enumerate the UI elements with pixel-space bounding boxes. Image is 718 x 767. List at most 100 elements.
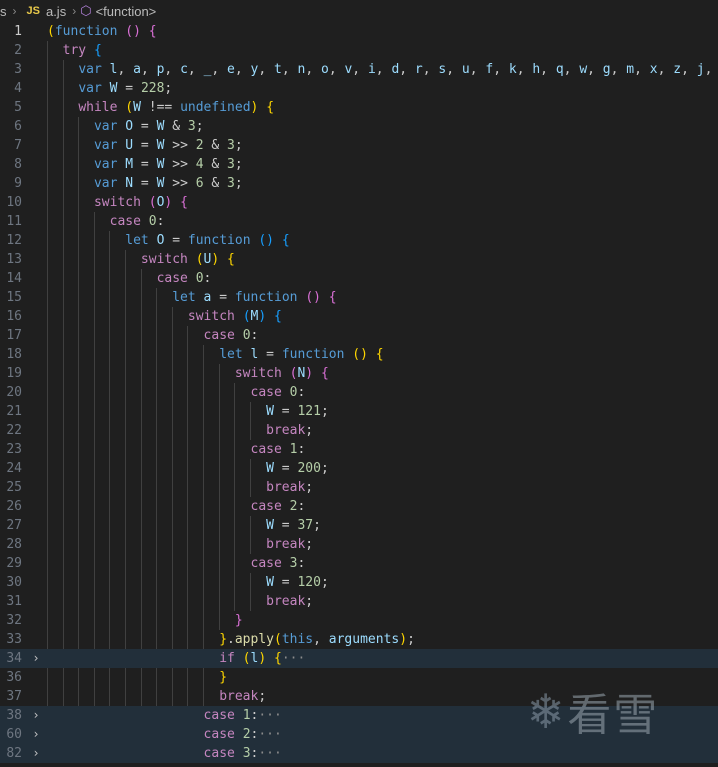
code-line[interactable]: 6 var O = W & 3; <box>0 117 718 136</box>
code-token: & <box>203 157 228 172</box>
code-line[interactable]: 3 var l, a, p, c, _, e, y, t, n, o, v, i… <box>0 60 718 79</box>
code-text: let O = function () { <box>47 231 718 250</box>
code-line[interactable]: 4 var W = 228; <box>0 79 718 98</box>
chevron-right-icon: › <box>72 4 77 18</box>
line-number: 11 <box>6 214 22 229</box>
code-token: var <box>78 81 102 96</box>
code-line[interactable]: 22 break; <box>0 421 718 440</box>
fold-chevron-icon[interactable]: › <box>30 725 42 744</box>
code-token: { <box>266 100 275 115</box>
code-token: , <box>313 632 329 647</box>
code-line[interactable]: 19 switch (N) { <box>0 364 718 383</box>
code-text: case 0: <box>47 269 718 288</box>
code-token: , <box>187 62 204 77</box>
code-line[interactable]: 7 var U = W >> 2 & 3; <box>0 136 718 155</box>
code-line[interactable]: 25 break; <box>0 478 718 497</box>
code-token: 6 <box>195 176 204 191</box>
snowflake-icon: ❄ <box>530 681 562 741</box>
code-token: e <box>227 62 235 77</box>
code-token: this <box>281 632 314 647</box>
code-token: , <box>540 62 556 77</box>
code-token: r <box>414 62 423 77</box>
code-token: : <box>297 385 306 400</box>
code-line[interactable]: 29 case 3: <box>0 554 718 573</box>
code-token: case <box>203 328 235 343</box>
chevron-right-icon: › <box>12 4 17 18</box>
line-number: 33 <box>6 632 22 647</box>
code-token: >> <box>164 157 196 172</box>
code-token: 3 <box>227 176 235 191</box>
code-token: try <box>62 43 87 58</box>
code-line[interactable]: 23 case 1: <box>0 440 718 459</box>
code-line[interactable]: 8 var M = W >> 4 & 3; <box>0 155 718 174</box>
fold-chevron-icon[interactable]: › <box>30 744 42 763</box>
breadcrumb-symbol[interactable]: <function> <box>96 4 157 19</box>
code-line[interactable]: 9 var N = W >> 6 & 3; <box>0 174 718 193</box>
line-number: 3 <box>14 62 22 77</box>
code-line[interactable]: 17 case 0: <box>0 326 718 345</box>
code-line[interactable]: 24 W = 200; <box>0 459 718 478</box>
line-number: 15 <box>6 290 22 305</box>
code-token: ; <box>320 461 329 476</box>
code-token: = <box>164 233 188 248</box>
code-token: ; <box>313 518 321 533</box>
line-number: 32 <box>6 613 22 628</box>
code-token: z <box>673 62 682 77</box>
code-token: 3 <box>242 746 251 761</box>
line-number: 9 <box>14 176 22 191</box>
code-text: }.apply(this, arguments); <box>47 630 718 649</box>
code-line[interactable]: 21 W = 121; <box>0 402 718 421</box>
line-number: 4 <box>14 81 22 96</box>
code-line[interactable]: 82 › case 3:··· <box>0 744 718 763</box>
code-line[interactable]: 20 case 0: <box>0 383 718 402</box>
line-number: 12 <box>6 233 22 248</box>
breadcrumb-folder[interactable]: s <box>0 4 7 19</box>
code-line[interactable]: 1 (function () { <box>0 22 718 41</box>
line-number: 22 <box>6 423 22 438</box>
code-line[interactable]: 18 let l = function () { <box>0 345 718 364</box>
code-line[interactable]: 10 switch (O) { <box>0 193 718 212</box>
code-line[interactable]: 12 let O = function () { <box>0 231 718 250</box>
fold-chevron-icon[interactable]: › <box>30 706 42 725</box>
code-line[interactable]: 27 W = 37; <box>0 516 718 535</box>
code-text: } <box>47 611 718 630</box>
code-line[interactable]: 33 }.apply(this, arguments); <box>0 630 718 649</box>
fold-chevron-icon[interactable]: › <box>30 649 42 668</box>
code-token: ··· <box>258 708 282 723</box>
code-text: case 3:··· <box>47 744 718 763</box>
code-line[interactable]: 5 while (W !== undefined) { <box>0 98 718 117</box>
code-line[interactable]: 13 switch (U) { <box>0 250 718 269</box>
code-line[interactable]: 2 try { <box>0 41 718 60</box>
code-line[interactable]: 31 break; <box>0 592 718 611</box>
code-line[interactable]: 30 W = 120; <box>0 573 718 592</box>
code-line[interactable]: 28 break; <box>0 535 718 554</box>
line-number: 19 <box>6 366 22 381</box>
code-line[interactable]: 15 let a = function () { <box>0 288 718 307</box>
code-line[interactable]: 16 switch (M) { <box>0 307 718 326</box>
code-line[interactable]: 32 } <box>0 611 718 630</box>
code-token: : <box>297 556 306 571</box>
code-editor[interactable]: 1 (function () {2 try {3 var l, a, p, c, … <box>0 22 718 767</box>
line-number: 8 <box>14 157 22 172</box>
code-token: while <box>78 100 118 115</box>
code-line[interactable]: 26 case 2: <box>0 497 718 516</box>
breadcrumb-file[interactable]: a.js <box>46 4 66 19</box>
code-text: case 0: <box>47 326 718 345</box>
code-text: var W = 228; <box>47 79 718 98</box>
line-number: 5 <box>14 100 22 115</box>
code-line[interactable]: 14 case 0: <box>0 269 718 288</box>
code-text: switch (U) { <box>47 250 718 269</box>
code-text: switch (O) { <box>47 193 718 212</box>
code-line[interactable]: 34 › if (l) {··· <box>0 649 718 668</box>
code-token: w <box>579 62 588 77</box>
code-token: j <box>696 62 705 77</box>
code-text: break; <box>47 535 718 554</box>
code-line[interactable]: 11 case 0: <box>0 212 718 231</box>
